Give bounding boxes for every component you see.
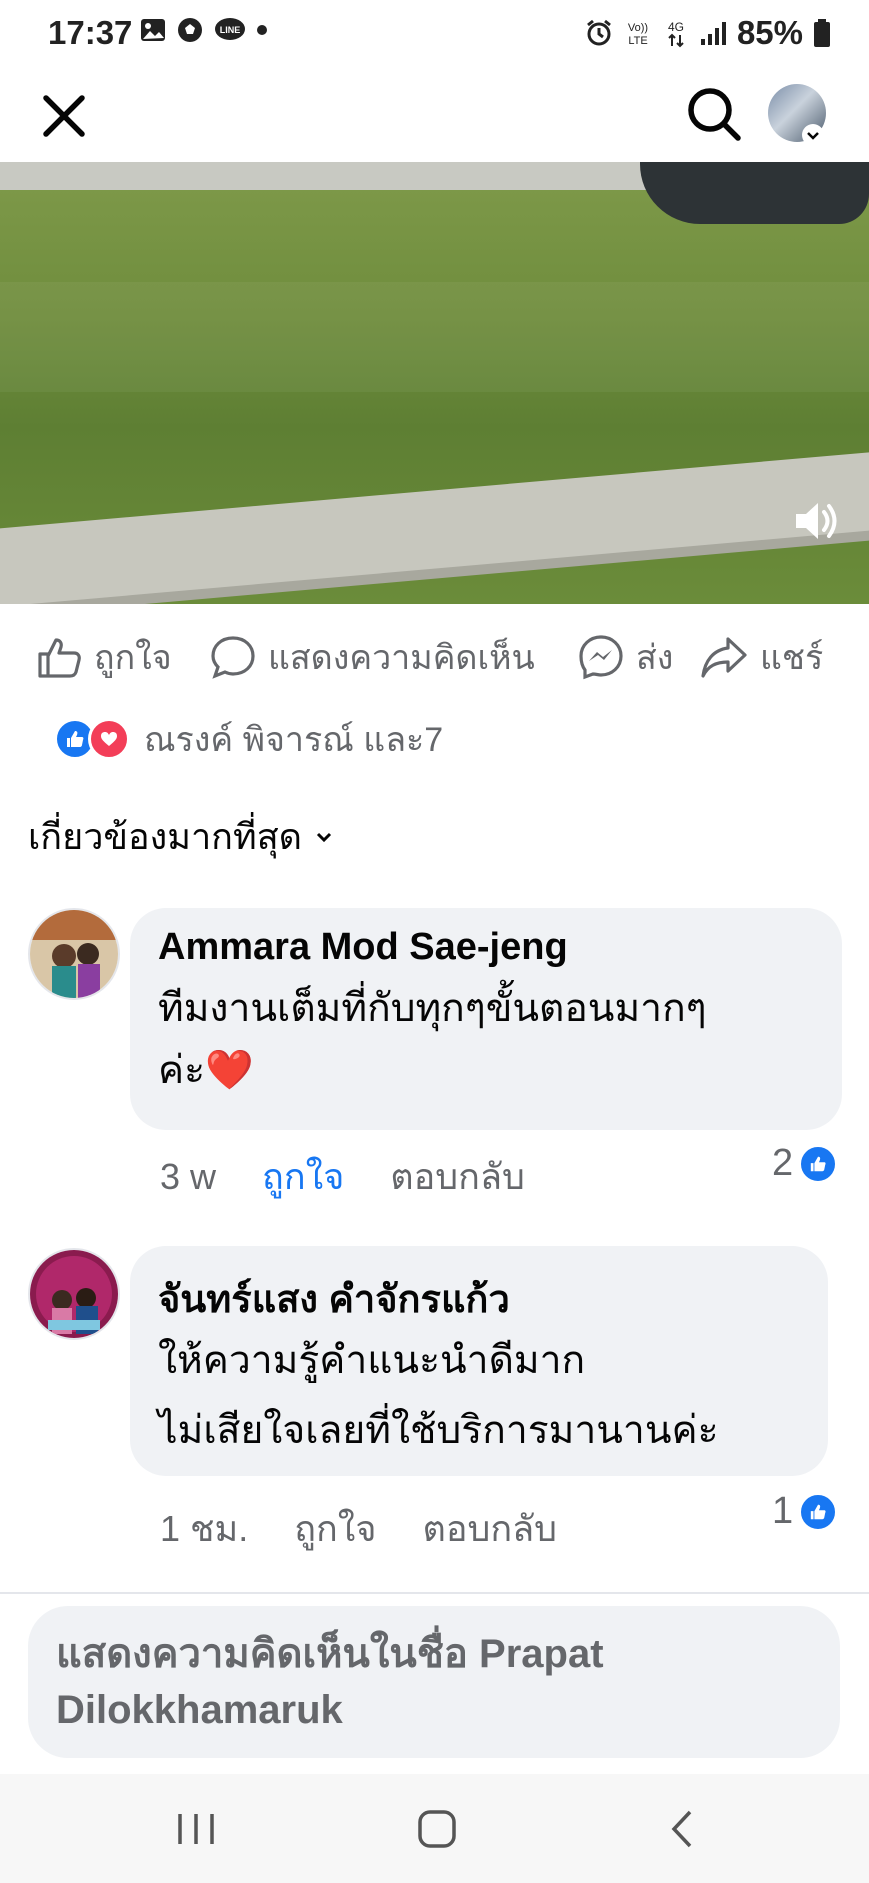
system-nav-bar [0, 1774, 869, 1883]
battery-icon [814, 19, 830, 47]
home-button[interactable] [408, 1804, 468, 1854]
status-time: 17:37 [48, 14, 133, 51]
commenter-avatar[interactable] [28, 908, 120, 1000]
comment-like-button[interactable]: ถูกใจ [294, 1500, 376, 1557]
comment-bubble[interactable]: Ammara Mod Sae-jeng ทีมงานเต็มที่กับทุกๆ… [130, 908, 842, 1130]
comment-author[interactable]: Ammara Mod Sae-jeng [158, 926, 568, 969]
volume-button[interactable] [792, 496, 842, 546]
4g-icon: 4G [668, 20, 684, 48]
video-player[interactable] [0, 162, 869, 604]
chevron-down-icon [316, 832, 332, 842]
divider [0, 1592, 869, 1594]
status-right-icons: Vo)) LTE 4G 85% [585, 14, 831, 52]
volte-icon: Vo))LTE [628, 22, 648, 47]
comment-like-count[interactable]: 1 [772, 1490, 838, 1533]
reactions-summary[interactable]: ณรงค์ พิจารณ์ และ7 [54, 712, 443, 766]
comment-input[interactable]: แสดงความคิดเห็นในชื่อ Prapat Dilokkhamar… [28, 1606, 840, 1758]
account-switcher-badge[interactable] [802, 124, 824, 146]
status-bar: 17:37 LINE Vo)) LTE 4G 85% [0, 0, 869, 66]
recent-apps-button[interactable] [166, 1804, 226, 1854]
share-label: แชร์ [760, 639, 824, 677]
top-nav [0, 66, 869, 162]
comment-time: 3 w [160, 1155, 217, 1197]
comment-icon [211, 636, 255, 679]
video-frame-person [640, 162, 869, 224]
line-app-icon: LINE [215, 18, 245, 40]
notification-icons: LINE [140, 16, 268, 44]
signal-icon [700, 22, 726, 45]
svg-text:Vo)): Vo)) [628, 22, 648, 34]
battery-level: 85% [736, 14, 803, 51]
like-label: ถูกใจ [94, 639, 172, 677]
messenger-icon [579, 635, 623, 680]
comment-button[interactable]: แสดงความคิดเห็น [210, 622, 535, 692]
post-action-bar: ถูกใจ แสดงความคิดเห็น ส่ง แชร์ [0, 622, 869, 692]
search-button[interactable] [684, 84, 744, 144]
search-icon [688, 88, 741, 141]
comment-text: ทีมงานเต็มที่กับทุกๆขั้นตอนมากๆ ค่ะ❤️ [158, 987, 707, 1092]
comment-like-button[interactable]: ถูกใจ [262, 1148, 344, 1205]
love-reaction-icon [88, 718, 130, 760]
home-icon [418, 1810, 456, 1848]
svg-text:4G: 4G [668, 20, 684, 34]
recent-apps-icon [178, 1814, 214, 1844]
volume-icon [796, 503, 837, 539]
soccer-ball-icon [178, 18, 202, 42]
like-reaction-icon [799, 1144, 838, 1183]
comment-like-count[interactable]: 2 [772, 1142, 838, 1185]
back-icon [671, 1810, 692, 1848]
send-label: ส่ง [636, 639, 674, 677]
close-icon [43, 95, 85, 137]
comment-text: ให้ความรู้คำแนะนำดีมาก ไม่เสียใจเลยที่ใช… [158, 1339, 719, 1452]
comment-author[interactable]: จันทร์แสง คำจักรแก้ว [158, 1268, 510, 1329]
like-button[interactable]: ถูกใจ [36, 622, 172, 692]
video-frame-grass [0, 282, 869, 392]
share-button[interactable]: แชร์ [700, 622, 823, 692]
svg-text:LINE: LINE [220, 25, 241, 35]
back-button[interactable] [652, 1804, 712, 1854]
commenter-avatar[interactable] [28, 1248, 120, 1340]
thumbs-up-icon [38, 638, 81, 678]
comment-sort-dropdown[interactable]: เกี่ยวข้องมากที่สุด [28, 808, 336, 865]
send-button[interactable]: ส่ง [578, 622, 673, 692]
like-count-value: 2 [772, 1142, 794, 1184]
close-button[interactable] [36, 88, 92, 144]
comment-bubble[interactable]: จันทร์แสง คำจักรแก้ว ให้ความรู้คำแนะนำดี… [130, 1246, 828, 1476]
share-icon [701, 637, 747, 678]
like-count-value: 1 [772, 1490, 794, 1532]
comment-meta: 1 ชม. ถูกใจ ตอบกลับ [160, 1500, 603, 1557]
like-reaction-icon [799, 1492, 838, 1531]
video-frame-curb [0, 450, 869, 604]
chevron-down-icon [807, 132, 819, 140]
comment-input-placeholder: แสดงความคิดเห็นในชื่อ Prapat Dilokkhamar… [56, 1632, 604, 1732]
comment-label: แสดงความคิดเห็น [268, 639, 535, 677]
gallery-icon [141, 19, 165, 41]
reactions-text: ณรงค์ พิจารณ์ และ7 [144, 721, 444, 759]
dot-icon [257, 25, 267, 35]
alarm-icon [587, 19, 611, 46]
comment-time: 1 ชม. [160, 1508, 249, 1549]
comment-meta: 3 w ถูกใจ ตอบกลับ [160, 1148, 571, 1205]
comment-reply-button[interactable]: ตอบกลับ [422, 1500, 557, 1557]
sort-label: เกี่ยวข้องมากที่สุด [28, 816, 303, 857]
svg-text:LTE: LTE [628, 35, 647, 47]
comment-reply-button[interactable]: ตอบกลับ [390, 1148, 525, 1205]
